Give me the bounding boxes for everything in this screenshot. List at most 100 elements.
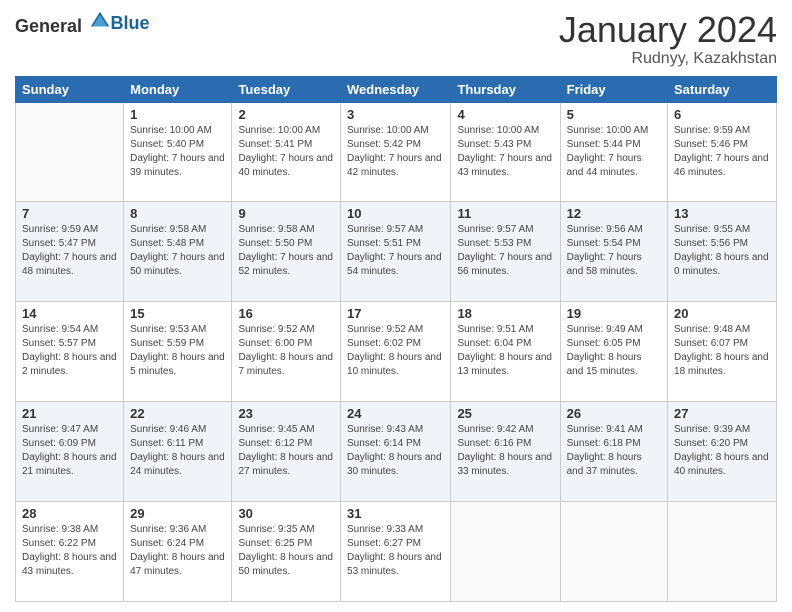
day-info: Sunrise: 9:39 AMSunset: 6:20 PMDaylight:…: [674, 423, 770, 479]
day-number: 12: [567, 206, 661, 221]
day-info: Sunrise: 9:48 AMSunset: 6:07 PMDaylight:…: [674, 323, 770, 379]
day-info: Sunrise: 9:38 AMSunset: 6:22 PMDaylight:…: [22, 523, 117, 579]
header-saturday: Saturday: [668, 76, 777, 102]
week-row-2: 14Sunrise: 9:54 AMSunset: 5:57 PMDayligh…: [16, 302, 777, 402]
day-number: 16: [238, 306, 334, 321]
day-number: 13: [674, 206, 770, 221]
day-info: Sunrise: 9:54 AMSunset: 5:57 PMDaylight:…: [22, 323, 117, 379]
day-number: 4: [457, 107, 553, 122]
day-info: Sunrise: 9:41 AMSunset: 6:18 PMDaylight:…: [567, 423, 661, 479]
day-info: Sunrise: 10:00 AMSunset: 5:43 PMDaylight…: [457, 124, 553, 180]
logo: General Blue: [15, 10, 150, 37]
month-title: January 2024: [559, 10, 777, 50]
day-number: 29: [130, 506, 225, 521]
header-thursday: Thursday: [451, 76, 560, 102]
day-number: 25: [457, 406, 553, 421]
table-row: 23 Sunrise: 9:45 AMSunset: 6:12 PMDayligh…: [232, 402, 341, 502]
table-row: 11 Sunrise: 9:57 AMSunset: 5:53 PMDayligh…: [451, 202, 560, 302]
week-row-0: 1 Sunrise: 10:00 AMSunset: 5:40 PMDayligh…: [16, 102, 777, 202]
day-number: 27: [674, 406, 770, 421]
day-info: Sunrise: 9:58 AMSunset: 5:48 PMDaylight:…: [130, 223, 225, 279]
day-info: Sunrise: 9:52 AMSunset: 6:02 PMDaylight:…: [347, 323, 444, 379]
logo-icon: [89, 10, 111, 32]
table-row: 12Sunrise: 9:56 AMSunset: 5:54 PMDayligh…: [560, 202, 667, 302]
week-row-4: 28 Sunrise: 9:38 AMSunset: 6:22 PMDayligh…: [16, 502, 777, 602]
table-row: 6Sunrise: 9:59 AMSunset: 5:46 PMDaylight…: [668, 102, 777, 202]
day-info: Sunrise: 9:52 AMSunset: 6:00 PMDaylight:…: [238, 323, 334, 379]
table-row: 3Sunrise: 10:00 AMSunset: 5:42 PMDayligh…: [341, 102, 451, 202]
day-number: 8: [130, 206, 225, 221]
table-row: 28 Sunrise: 9:38 AMSunset: 6:22 PMDayligh…: [16, 502, 124, 602]
table-row: 9Sunrise: 9:58 AMSunset: 5:50 PMDaylight…: [232, 202, 341, 302]
day-number: 22: [130, 406, 225, 421]
day-number: 11: [457, 206, 553, 221]
table-row: 27 Sunrise: 9:39 AMSunset: 6:20 PMDayligh…: [668, 402, 777, 502]
day-info: Sunrise: 9:45 AMSunset: 6:12 PMDaylight:…: [238, 423, 334, 479]
day-number: 21: [22, 406, 117, 421]
day-number: 31: [347, 506, 444, 521]
day-info: Sunrise: 10:00 AMSunset: 5:44 PMDaylight…: [567, 124, 661, 180]
day-number: 1: [130, 107, 225, 122]
day-info: Sunrise: 9:47 AMSunset: 6:09 PMDaylight:…: [22, 423, 117, 479]
day-info: Sunrise: 9:36 AMSunset: 6:24 PMDaylight:…: [130, 523, 225, 579]
table-row: 4 Sunrise: 10:00 AMSunset: 5:43 PMDayligh…: [451, 102, 560, 202]
day-info: Sunrise: 9:57 AMSunset: 5:51 PMDaylight:…: [347, 223, 444, 279]
table-row: 24 Sunrise: 9:43 AMSunset: 6:14 PMDayligh…: [341, 402, 451, 502]
logo-blue: Blue: [111, 13, 150, 33]
table-row: [560, 502, 667, 602]
table-row: 15 Sunrise: 9:53 AMSunset: 5:59 PMDayligh…: [124, 302, 232, 402]
header: General Blue January 2024 Rudnyy, Kazakh…: [15, 10, 777, 68]
header-sunday: Sunday: [16, 76, 124, 102]
day-number: 6: [674, 107, 770, 122]
table-row: 10Sunrise: 9:57 AMSunset: 5:51 PMDayligh…: [341, 202, 451, 302]
day-info: Sunrise: 9:59 AMSunset: 5:47 PMDaylight:…: [22, 223, 117, 279]
day-number: 15: [130, 306, 225, 321]
day-number: 17: [347, 306, 444, 321]
table-row: [668, 502, 777, 602]
day-number: 30: [238, 506, 334, 521]
table-row: 16 Sunrise: 9:52 AMSunset: 6:00 PMDayligh…: [232, 302, 341, 402]
day-number: 23: [238, 406, 334, 421]
table-row: 7 Sunrise: 9:59 AMSunset: 5:47 PMDaylight…: [16, 202, 124, 302]
table-row: 31 Sunrise: 9:33 AMSunset: 6:27 PMDayligh…: [341, 502, 451, 602]
calendar-table: Sunday Monday Tuesday Wednesday Thursday…: [15, 76, 777, 602]
day-info: Sunrise: 9:46 AMSunset: 6:11 PMDaylight:…: [130, 423, 225, 479]
header-monday: Monday: [124, 76, 232, 102]
table-row: 14Sunrise: 9:54 AMSunset: 5:57 PMDayligh…: [16, 302, 124, 402]
day-info: Sunrise: 9:58 AMSunset: 5:50 PMDaylight:…: [238, 223, 334, 279]
day-number: 26: [567, 406, 661, 421]
day-number: 5: [567, 107, 661, 122]
day-number: 28: [22, 506, 117, 521]
day-info: Sunrise: 9:53 AMSunset: 5:59 PMDaylight:…: [130, 323, 225, 379]
day-number: 19: [567, 306, 661, 321]
day-info: Sunrise: 9:57 AMSunset: 5:53 PMDaylight:…: [457, 223, 553, 279]
table-row: 13Sunrise: 9:55 AMSunset: 5:56 PMDayligh…: [668, 202, 777, 302]
header-friday: Friday: [560, 76, 667, 102]
table-row: 1 Sunrise: 10:00 AMSunset: 5:40 PMDayligh…: [124, 102, 232, 202]
day-number: 7: [22, 206, 117, 221]
logo-general: General: [15, 16, 82, 36]
table-row: 29 Sunrise: 9:36 AMSunset: 6:24 PMDayligh…: [124, 502, 232, 602]
day-number: 20: [674, 306, 770, 321]
table-row: 18Sunrise: 9:51 AMSunset: 6:04 PMDayligh…: [451, 302, 560, 402]
table-row: 8 Sunrise: 9:58 AMSunset: 5:48 PMDaylight…: [124, 202, 232, 302]
table-row: 5 Sunrise: 10:00 AMSunset: 5:44 PMDayligh…: [560, 102, 667, 202]
day-info: Sunrise: 9:35 AMSunset: 6:25 PMDaylight:…: [238, 523, 334, 579]
table-row: 2Sunrise: 10:00 AMSunset: 5:41 PMDayligh…: [232, 102, 341, 202]
day-info: Sunrise: 10:00 AMSunset: 5:40 PMDaylight…: [130, 124, 225, 180]
day-info: Sunrise: 9:51 AMSunset: 6:04 PMDaylight:…: [457, 323, 553, 379]
title-area: January 2024 Rudnyy, Kazakhstan: [559, 10, 777, 68]
week-row-1: 7 Sunrise: 9:59 AMSunset: 5:47 PMDaylight…: [16, 202, 777, 302]
day-info: Sunrise: 10:00 AMSunset: 5:42 PMDaylight…: [347, 124, 444, 180]
weekday-header-row: Sunday Monday Tuesday Wednesday Thursday…: [16, 76, 777, 102]
table-row: 25Sunrise: 9:42 AMSunset: 6:16 PMDayligh…: [451, 402, 560, 502]
day-info: Sunrise: 9:33 AMSunset: 6:27 PMDaylight:…: [347, 523, 444, 579]
day-number: 24: [347, 406, 444, 421]
logo-text: General: [15, 10, 111, 37]
day-number: 2: [238, 107, 334, 122]
table-row: 26 Sunrise: 9:41 AMSunset: 6:18 PMDayligh…: [560, 402, 667, 502]
page: General Blue January 2024 Rudnyy, Kazakh…: [0, 0, 792, 612]
week-row-3: 21 Sunrise: 9:47 AMSunset: 6:09 PMDayligh…: [16, 402, 777, 502]
table-row: [451, 502, 560, 602]
day-info: Sunrise: 9:43 AMSunset: 6:14 PMDaylight:…: [347, 423, 444, 479]
